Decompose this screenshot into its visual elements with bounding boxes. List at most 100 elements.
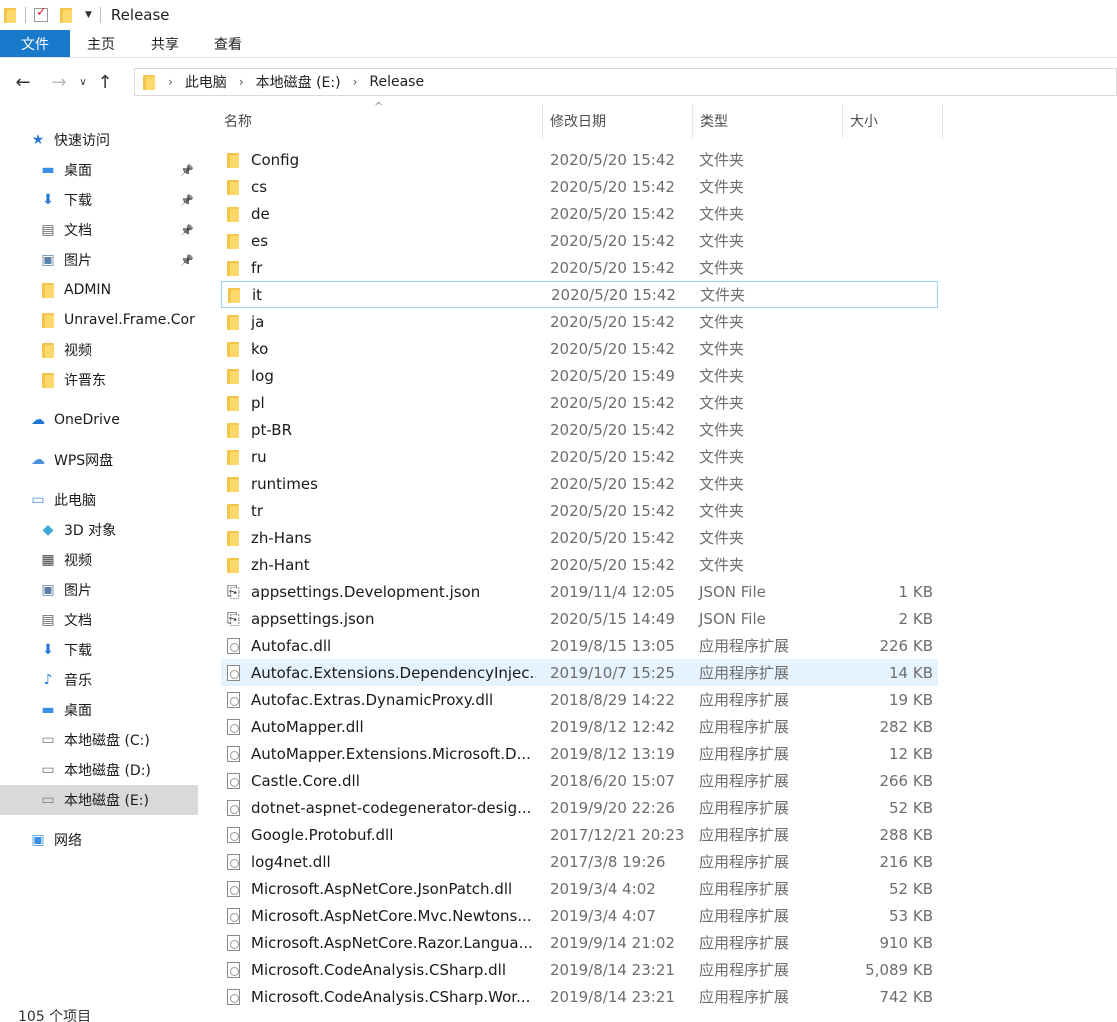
nav-item[interactable]: ▬ 桌面 xyxy=(0,695,198,725)
file-row[interactable]: Autofac.dll 2019/8/15 13:05 应用程序扩展 226 KB xyxy=(221,632,938,659)
file-date: 2019/8/15 13:05 xyxy=(550,636,675,655)
file-type: JSON File xyxy=(699,609,766,628)
nav-item[interactable]: ▭ 本地磁盘 (E:) xyxy=(0,785,198,815)
tab-share[interactable]: 共享 xyxy=(130,30,196,57)
file-row[interactable]: ⎘ appsettings.json 2020/5/15 14:49 JSON Fil… xyxy=(221,605,938,632)
file-row[interactable]: es 2020/5/20 15:42 文件夹 xyxy=(221,227,938,254)
document-icon: ▤ xyxy=(41,612,55,628)
nav-item[interactable]: ⬇ 下载 📌 xyxy=(0,185,198,215)
column-header-size[interactable]: 大小 xyxy=(842,104,942,138)
file-type: 文件夹 xyxy=(700,286,746,304)
file-row[interactable]: pt-BR 2020/5/20 15:42 文件夹 xyxy=(221,416,938,443)
file-row[interactable]: ja 2020/5/20 15:42 文件夹 xyxy=(221,308,938,335)
file-date: 2020/5/20 15:42 xyxy=(550,420,675,439)
json-file-icon: ⎘ xyxy=(227,581,240,601)
breadcrumb-drive-e[interactable]: 本地磁盘 (E:) xyxy=(256,72,341,92)
nav-item[interactable]: ▬ 桌面 📌 xyxy=(0,155,198,185)
column-divider[interactable] xyxy=(942,104,943,138)
properties-icon[interactable] xyxy=(34,5,48,22)
folder-icon xyxy=(221,260,251,276)
nav-item[interactable]: ▤ 文档 xyxy=(0,605,198,635)
file-row[interactable]: Config 2020/5/20 15:42 文件夹 xyxy=(221,146,938,173)
file-row[interactable]: runtimes 2020/5/20 15:42 文件夹 xyxy=(221,470,938,497)
file-row[interactable]: pl 2020/5/20 15:42 文件夹 xyxy=(221,389,938,416)
file-row[interactable]: ⎘ appsettings.Development.json 2019/11/4 1… xyxy=(221,578,938,605)
nav-item[interactable]: ♪ 音乐 xyxy=(0,665,198,695)
address-bar[interactable]: › 此电脑 › 本地磁盘 (E:) › Release xyxy=(134,68,1117,96)
nav-item[interactable]: ▣ 网络 xyxy=(0,825,198,855)
tab-view[interactable]: 查看 xyxy=(196,30,258,57)
file-name: zh-Hant xyxy=(251,555,310,574)
column-header-name[interactable]: 名称 xyxy=(216,104,542,138)
file-name: AutoMapper.dll xyxy=(251,717,364,736)
tab-home[interactable]: 主页 xyxy=(70,30,130,57)
file-row[interactable]: fr 2020/5/20 15:42 文件夹 xyxy=(221,254,938,281)
file-type: 文件夹 xyxy=(699,313,745,331)
file-type: 应用程序扩展 xyxy=(699,772,790,790)
file-row[interactable]: log 2020/5/20 15:49 文件夹 xyxy=(221,362,938,389)
file-row[interactable]: zh-Hant 2020/5/20 15:42 文件夹 xyxy=(221,551,938,578)
file-row[interactable]: Autofac.Extras.DynamicProxy.dll 2018/8/29… xyxy=(221,686,938,713)
nav-item[interactable]: ⬇ 下载 xyxy=(0,635,198,665)
file-name: ja xyxy=(251,312,265,331)
file-row[interactable]: Microsoft.AspNetCore.Mvc.Newtons... 2019/… xyxy=(221,902,938,929)
file-row[interactable]: zh-Hans 2020/5/20 15:42 文件夹 xyxy=(221,524,938,551)
nav-item[interactable]: ▤ 文档 📌 xyxy=(0,215,198,245)
nav-item[interactable]: ▭ 本地磁盘 (D:) xyxy=(0,755,198,785)
file-row[interactable]: Google.Protobuf.dll 2017/12/21 20:23 应用程序扩… xyxy=(221,821,938,848)
file-row[interactable]: Microsoft.CodeAnalysis.CSharp.dll 2019/8/… xyxy=(221,956,938,983)
customize-toolbar-dropdown-icon[interactable]: ▼ xyxy=(85,10,92,20)
nav-item[interactable]: ▦ 视频 xyxy=(0,545,198,575)
file-row[interactable]: dotnet-aspnet-codegenerator-desig... 2019… xyxy=(221,794,938,821)
file-row[interactable]: Castle.Core.dll 2018/6/20 15:07 应用程序扩展 266 … xyxy=(221,767,938,794)
file-row[interactable]: Microsoft.CodeAnalysis.CSharp.Wor... 2019… xyxy=(221,983,938,1010)
file-row[interactable]: tr 2020/5/20 15:42 文件夹 xyxy=(221,497,938,524)
forward-arrow-icon[interactable]: → xyxy=(46,72,72,93)
nav-item[interactable]: Unravel.Frame.Cor xyxy=(0,305,198,335)
tab-file[interactable]: 文件 xyxy=(0,30,70,57)
navigation-bar: ← → ∨ ↑ › 此电脑 › 本地磁盘 (E:) › Release xyxy=(0,64,1117,100)
file-date: 2017/12/21 20:23 xyxy=(550,825,685,844)
file-row[interactable]: it 2020/5/20 15:42 文件夹 xyxy=(221,281,938,308)
column-header-type[interactable]: 类型 xyxy=(692,104,842,138)
file-row[interactable]: AutoMapper.Extensions.Microsoft.D... 2019… xyxy=(221,740,938,767)
up-arrow-icon[interactable]: ↑ xyxy=(92,72,118,93)
file-size: 266 KB xyxy=(879,771,933,790)
file-row[interactable]: Autofac.Extensions.DependencyInjec... 201… xyxy=(221,659,938,686)
file-row[interactable]: log4net.dll 2017/3/8 19:26 应用程序扩展 216 KB xyxy=(221,848,938,875)
column-header-date[interactable]: 修改日期 xyxy=(542,104,692,138)
chevron-right-icon[interactable]: › xyxy=(239,75,244,89)
file-row[interactable]: AutoMapper.dll 2019/8/12 12:42 应用程序扩展 282 K… xyxy=(221,713,938,740)
nav-item[interactable]: 视频 xyxy=(0,335,198,365)
breadcrumb-release[interactable]: Release xyxy=(369,74,424,90)
file-row[interactable]: ko 2020/5/20 15:42 文件夹 xyxy=(221,335,938,362)
file-row[interactable]: cs 2020/5/20 15:42 文件夹 xyxy=(221,173,938,200)
recent-locations-chevron-icon[interactable]: ∨ xyxy=(74,77,92,88)
file-row[interactable]: Microsoft.AspNetCore.JsonPatch.dll 2019/3… xyxy=(221,875,938,902)
new-folder-icon[interactable] xyxy=(60,7,73,23)
nav-item[interactable]: ▭ 此电脑 xyxy=(0,485,198,515)
nav-item[interactable]: ★ 快速访问 xyxy=(0,125,198,155)
back-arrow-icon[interactable]: ← xyxy=(10,72,36,93)
nav-item[interactable]: ☁ OneDrive xyxy=(0,405,198,435)
nav-item[interactable]: ☁ WPS网盘 xyxy=(0,445,198,475)
file-name: Microsoft.CodeAnalysis.CSharp.dll xyxy=(251,960,507,979)
chevron-right-icon[interactable]: › xyxy=(168,75,173,89)
breadcrumb-this-pc[interactable]: 此电脑 xyxy=(185,72,227,92)
nav-item[interactable]: ▭ 本地磁盘 (C:) xyxy=(0,725,198,755)
file-row[interactable]: de 2020/5/20 15:42 文件夹 xyxy=(221,200,938,227)
file-row[interactable]: ru 2020/5/20 15:42 文件夹 xyxy=(221,443,938,470)
file-row[interactable]: Microsoft.AspNetCore.Razor.Langua... 2019… xyxy=(221,929,938,956)
nav-item[interactable]: 许晋东 xyxy=(0,365,198,395)
nav-item[interactable]: ▣ 图片 📌 xyxy=(0,245,198,275)
dll-file-icon xyxy=(221,961,251,978)
nav-item[interactable]: ▣ 图片 xyxy=(0,575,198,605)
chevron-right-icon[interactable]: › xyxy=(353,75,358,89)
nav-item[interactable]: ◆ 3D 对象 xyxy=(0,515,198,545)
file-date: 2020/5/20 15:42 xyxy=(550,501,675,520)
document-icon: ▤ xyxy=(41,222,55,238)
download-icon: ⬇ xyxy=(42,192,54,208)
file-date: 2020/5/20 15:42 xyxy=(550,150,675,169)
nav-item[interactable]: ADMIN xyxy=(0,275,198,305)
folder-icon xyxy=(221,476,251,492)
